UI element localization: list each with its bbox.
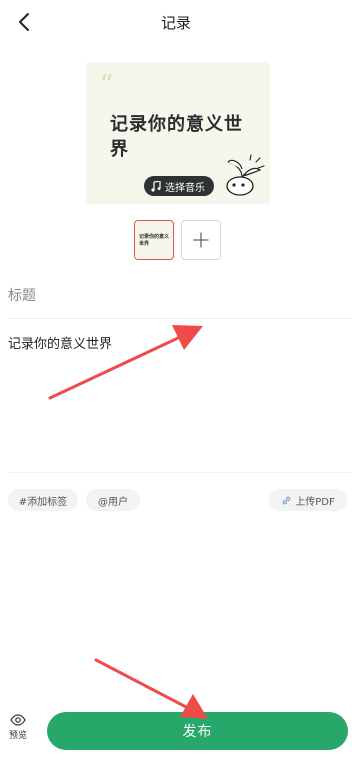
publish-label: 发布 <box>182 724 213 740</box>
arrow-to-publish-button <box>94 658 208 719</box>
divider <box>8 472 352 473</box>
music-note-icon <box>151 180 161 192</box>
plus-icon <box>193 232 209 248</box>
select-music-button[interactable]: 选择音乐 <box>144 176 214 196</box>
cover-thumbnail-selected[interactable]: 记录你的意义世界 <box>134 220 174 260</box>
add-tag-label: #添加标签 <box>18 496 68 508</box>
upload-pdf-chip[interactable]: 上传PDF <box>269 489 347 511</box>
publish-screen: 记录 “ 记录你的意义世界 选择音乐 记录你的意义世界 标题 记录你的意义世界 … <box>0 0 352 771</box>
eye-icon <box>10 714 26 726</box>
mention-user-chip[interactable]: @用户 <box>86 489 140 511</box>
publish-button[interactable]: 发布 <box>47 712 348 750</box>
preview-button[interactable]: 预览 <box>6 714 30 748</box>
link-icon <box>282 496 291 504</box>
thumbnail-text: 记录你的意义世界 <box>139 234 170 247</box>
header: 记录 <box>0 0 352 44</box>
add-tag-chip[interactable]: #添加标签 <box>8 489 78 511</box>
chevron-left-icon <box>19 13 29 31</box>
title-input[interactable] <box>8 278 344 314</box>
back-button[interactable] <box>10 8 38 36</box>
upload-pdf-label: 上传PDF <box>295 496 335 508</box>
add-image-button[interactable] <box>181 220 221 260</box>
select-music-label: 选择音乐 <box>165 182 205 194</box>
sprout-doodle-icon <box>226 154 265 196</box>
mention-user-label: @用户 <box>98 496 128 508</box>
preview-label: 预览 <box>8 731 27 741</box>
quote-mark: “ <box>100 70 114 100</box>
page-title: 记录 <box>160 13 191 32</box>
body-text-area[interactable]: 记录你的意义世界 <box>8 333 344 352</box>
cover-preview[interactable]: “ 记录你的意义世界 选择音乐 <box>86 62 270 204</box>
divider <box>8 318 352 319</box>
